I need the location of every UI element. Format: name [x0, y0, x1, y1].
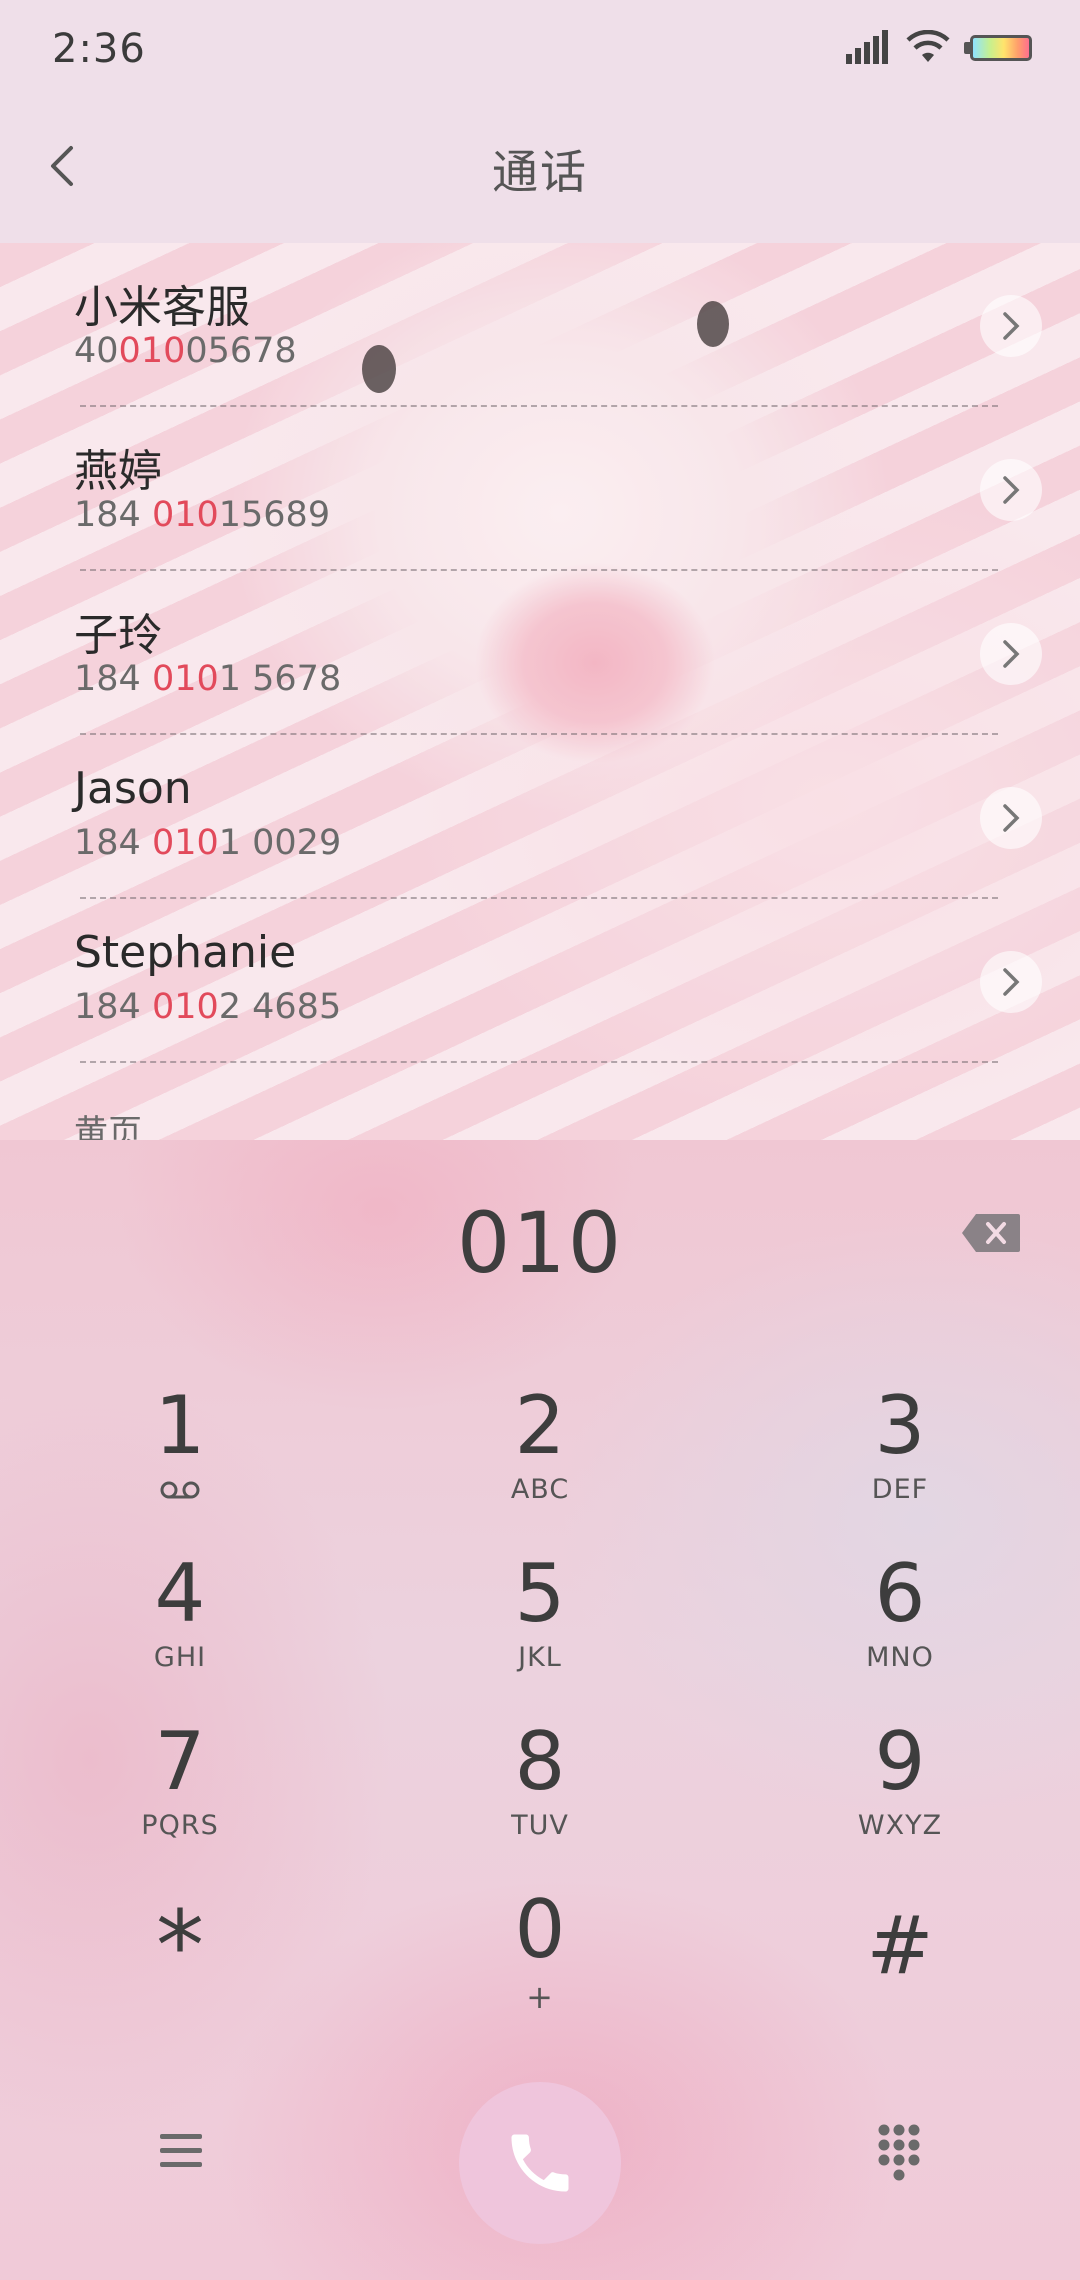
chevron-right-icon	[1003, 476, 1020, 504]
battery-icon	[970, 35, 1032, 61]
key-9[interactable]: 9 WXYZ	[750, 1716, 1050, 1866]
key-8[interactable]: 8 TUV	[390, 1716, 690, 1866]
key-digit: 2	[514, 1379, 566, 1472]
key-3[interactable]: 3 DEF	[750, 1380, 1050, 1530]
key-digit: 4	[154, 1547, 206, 1640]
chevron-right-icon	[1003, 968, 1020, 996]
contact-row[interactable]: Jason 184 0101 0029	[0, 735, 1080, 899]
contact-number: 4001005678	[74, 331, 297, 371]
key-letters: MNO	[866, 1642, 934, 1673]
contact-number: 184 01015689	[74, 495, 331, 535]
title-bar: 通话	[0, 100, 1080, 243]
matched-digits: 010	[118, 331, 186, 371]
status-bar: 2:36	[0, 0, 1080, 100]
dialer-pad: 010 1 2 ABC 3 DEF 4 GHI 5 JKL 6 MNO 7 PQ…	[0, 1140, 1080, 2280]
key-letters: DEF	[871, 1474, 929, 1505]
key-star[interactable]: *	[30, 1890, 330, 2050]
contact-detail-button[interactable]	[980, 459, 1042, 521]
key-digit: *	[156, 1890, 204, 2002]
status-time: 2:36	[52, 26, 146, 72]
key-digit: 0	[514, 1883, 566, 1976]
chevron-right-icon	[1003, 804, 1020, 832]
dialed-number: 010	[456, 1194, 624, 1292]
page-title: 通话	[492, 145, 588, 199]
contact-detail-button[interactable]	[980, 623, 1042, 685]
contact-name: Stephanie	[74, 927, 297, 978]
contact-number: 184 0101 5678	[74, 659, 342, 699]
contact-row[interactable]: 子玲 184 0101 5678	[0, 571, 1080, 735]
contact-detail-button[interactable]	[980, 295, 1042, 357]
key-letters: JKL	[518, 1642, 562, 1673]
phone-icon	[511, 2134, 569, 2192]
contact-name: 子玲	[74, 610, 162, 661]
key-4[interactable]: 4 GHI	[30, 1548, 330, 1698]
key-1[interactable]: 1	[30, 1380, 330, 1530]
menu-icon[interactable]	[158, 2130, 204, 2172]
search-results-list: 小米客服 4001005678 燕婷 184 01015689 子玲 184 0…	[0, 243, 1080, 1140]
keypad-icon[interactable]	[876, 2122, 922, 2182]
key-0[interactable]: 0 +	[390, 1884, 690, 2034]
key-letters: WXYZ	[857, 1810, 943, 1841]
key-digit: 8	[514, 1715, 566, 1808]
key-2[interactable]: 2 ABC	[390, 1380, 690, 1530]
contact-row[interactable]: 小米客服 4001005678	[0, 243, 1080, 407]
key-5[interactable]: 5 JKL	[390, 1548, 690, 1698]
key-6[interactable]: 6 MNO	[750, 1548, 1050, 1698]
contact-detail-button[interactable]	[980, 787, 1042, 849]
status-icons	[844, 30, 1036, 70]
wifi-icon	[906, 30, 950, 62]
key-digit: 7	[154, 1715, 206, 1808]
key-digit: 3	[874, 1379, 926, 1472]
key-letters: TUV	[511, 1810, 569, 1841]
key-letters: GHI	[153, 1642, 207, 1673]
section-label-yellow-pages: 黄页	[74, 1113, 142, 1140]
key-7[interactable]: 7 PQRS	[30, 1716, 330, 1866]
key-hash[interactable]: #	[750, 1900, 1050, 2050]
call-button[interactable]	[459, 2082, 621, 2244]
key-letters: +	[526, 1978, 554, 2016]
key-letters: ABC	[510, 1474, 570, 1505]
contact-detail-button[interactable]	[980, 951, 1042, 1013]
matched-digits: 010	[151, 659, 219, 699]
contact-name: 小米客服	[74, 282, 250, 333]
key-digit: 9	[874, 1715, 926, 1808]
row-divider	[80, 1061, 998, 1063]
key-digit: 5	[514, 1547, 566, 1640]
voicemail-icon	[160, 1481, 200, 1499]
matched-digits: 010	[151, 495, 219, 535]
contact-name: 燕婷	[74, 446, 162, 497]
key-digit: 1	[154, 1379, 206, 1472]
contact-number: 184 0102 4685	[74, 987, 342, 1027]
phone-dialer-screen: 2:36 通话 小米客服 4001005678 燕婷 184 01015689 …	[0, 0, 1080, 2280]
key-letters: PQRS	[141, 1810, 219, 1841]
key-digit: 6	[874, 1547, 926, 1640]
contact-number: 184 0101 0029	[74, 823, 342, 863]
matched-digits: 010	[151, 823, 219, 863]
signal-icon	[846, 30, 888, 64]
contact-row[interactable]: 燕婷 184 01015689	[0, 407, 1080, 571]
contact-row[interactable]: Stephanie 184 0102 4685	[0, 899, 1080, 1063]
chevron-right-icon	[1003, 640, 1020, 668]
matched-digits: 010	[151, 987, 219, 1027]
backspace-icon[interactable]	[960, 1212, 1022, 1254]
chevron-right-icon	[1003, 312, 1020, 340]
key-digit: #	[866, 1899, 934, 1992]
contact-name: Jason	[74, 763, 192, 814]
